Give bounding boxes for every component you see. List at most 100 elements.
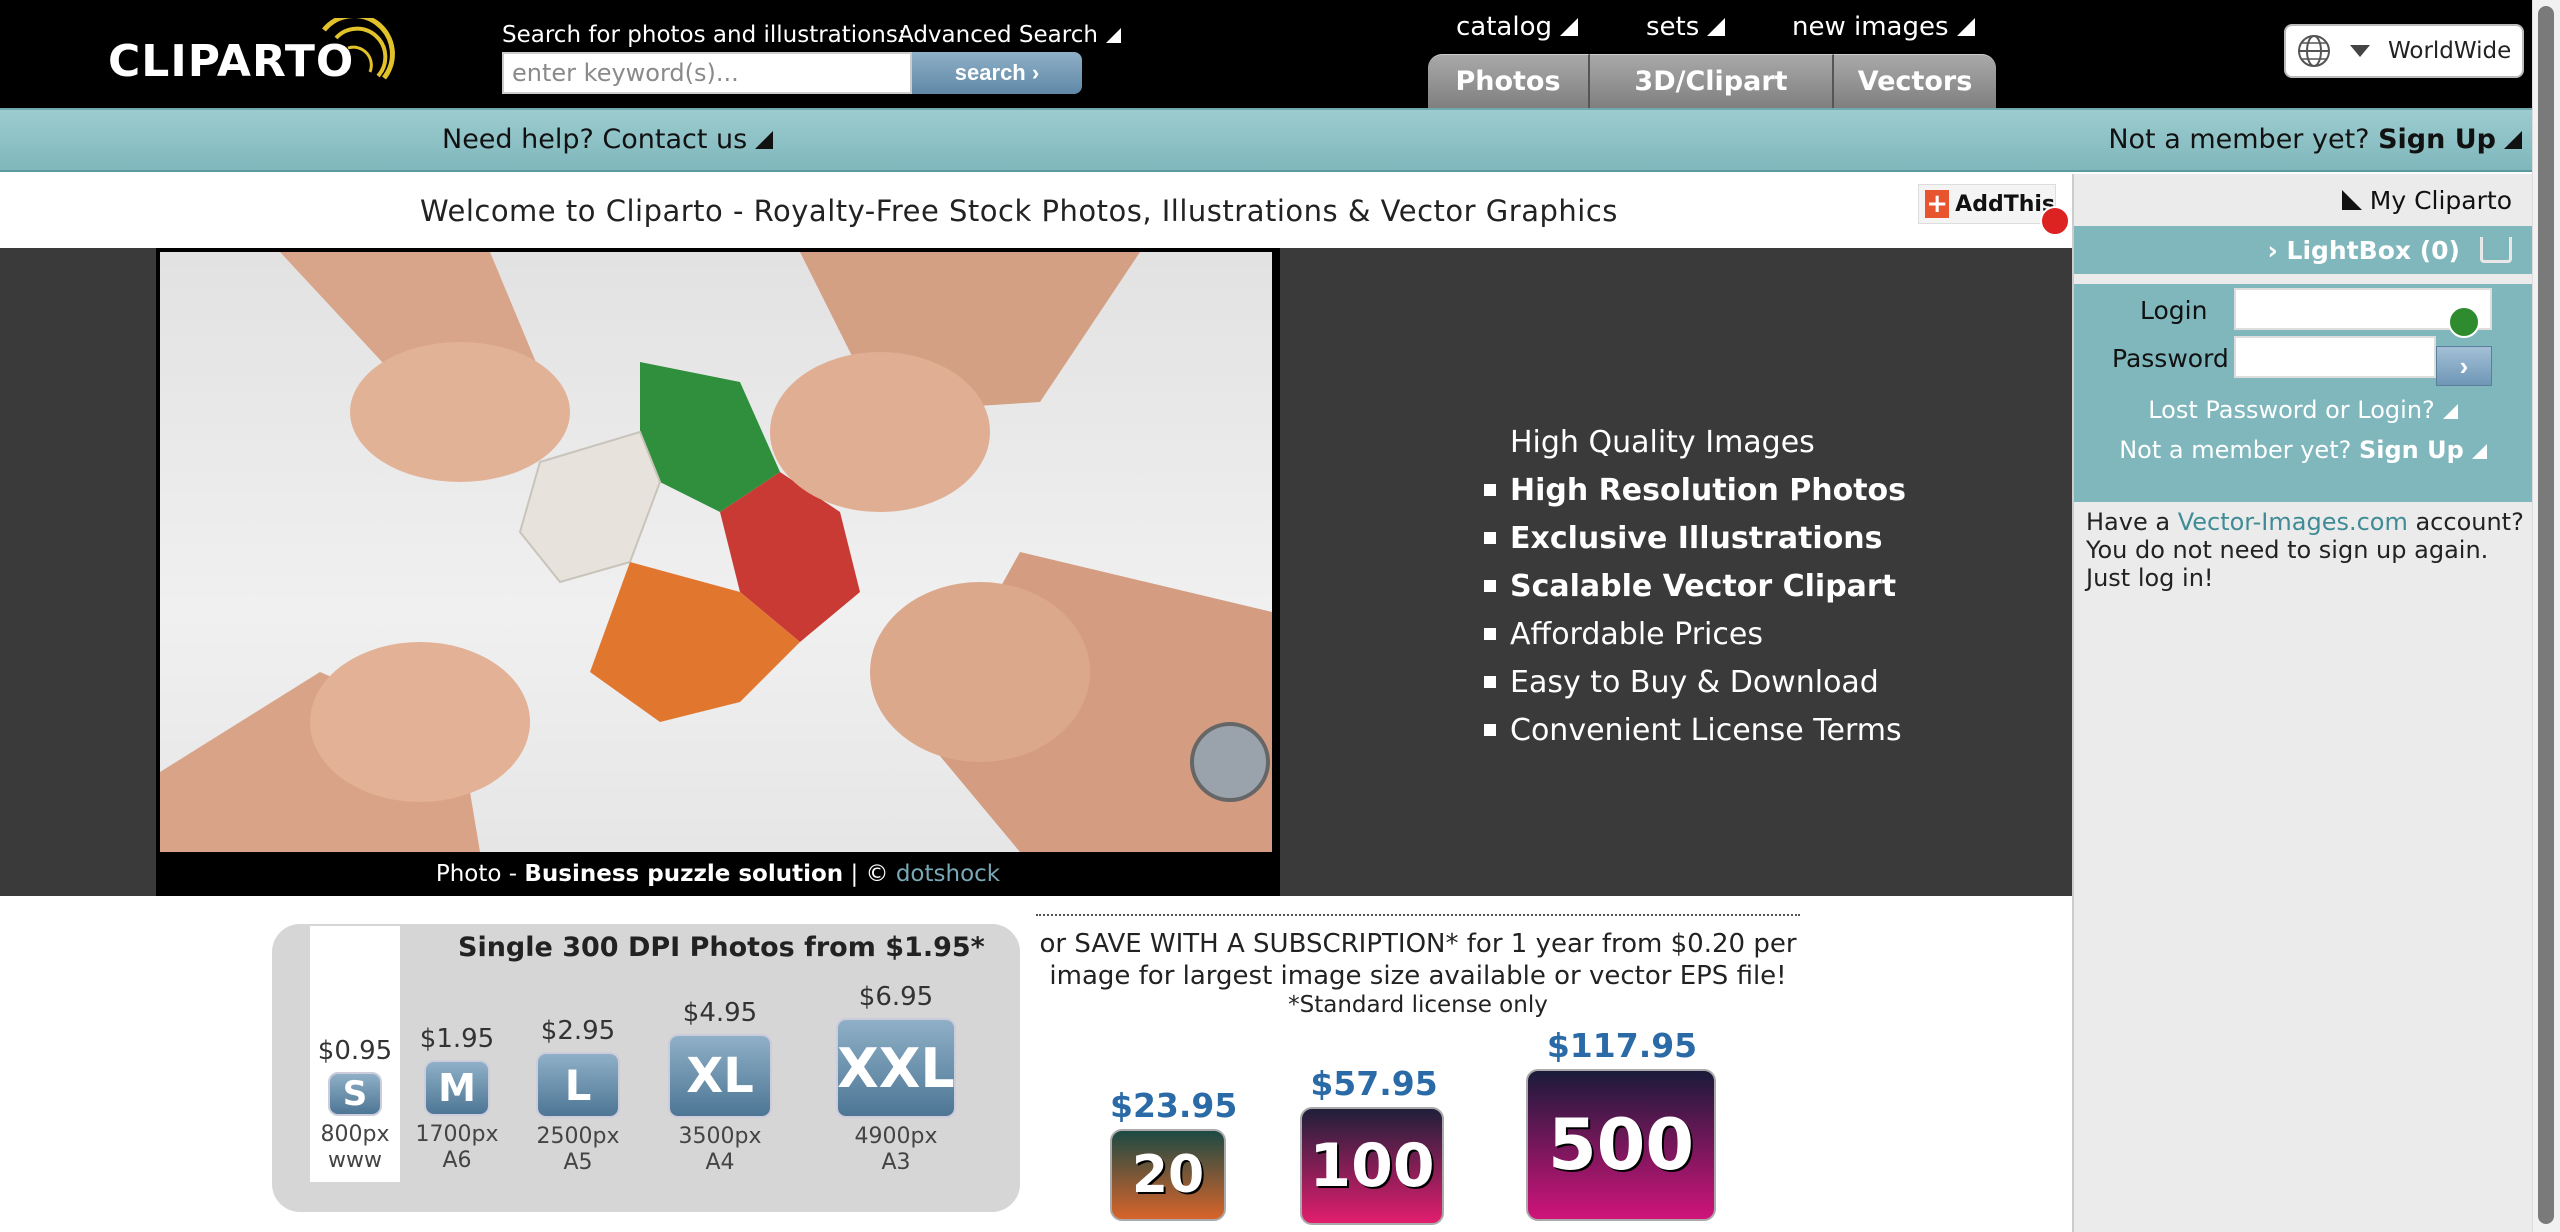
have-prefix: Have a — [2086, 508, 2178, 536]
plan-price: $57.95 — [1310, 1064, 1438, 1103]
size-badge: L — [536, 1052, 620, 1118]
single-photo-pricing: Single 300 DPI Photos from $1.95* $0.95 … — [272, 924, 1020, 1212]
sidebar-signup-link[interactable]: Not a member yet? Sign Up — [2074, 436, 2532, 464]
sidebar-signup-label: Sign Up — [2358, 436, 2464, 464]
puzzle-hands-image — [160, 252, 1272, 852]
feature-label: Exclusive Illustrations — [1510, 520, 1883, 556]
region-selector[interactable]: WorldWide — [2284, 24, 2524, 78]
plan-badge: 100 — [1300, 1107, 1444, 1225]
size-px: 2500px — [536, 1124, 620, 1149]
feature-label: Scalable Vector Clipart — [1510, 568, 1897, 604]
signup-link[interactable]: Not a member yet? Sign Up — [2108, 124, 2522, 155]
triangle-icon — [2442, 404, 2458, 419]
search-label: Search for photos and illustrations: — [502, 22, 906, 48]
size-px: 4900px — [854, 1124, 938, 1149]
size-paper: A5 — [563, 1150, 593, 1175]
size-px: 800px — [320, 1122, 390, 1147]
pricing-heading: Single 300 DPI Photos from $1.95* — [458, 932, 985, 963]
advanced-search-link[interactable]: Advanced Search — [898, 22, 1121, 48]
size-option-xl[interactable]: $4.95 XL 3500px A4 — [660, 998, 780, 1176]
features-intro: High Quality Images — [1510, 424, 1815, 460]
caption-author-link[interactable]: dotshock — [896, 861, 1000, 887]
scrollbar-thumb[interactable] — [2538, 6, 2554, 1224]
region-label: WorldWide — [2388, 38, 2512, 64]
size-option-xxl[interactable]: $6.95 XXL 4900px A3 — [832, 982, 960, 1176]
contact-link[interactable]: Need help? Contact us — [442, 124, 774, 155]
triangle-icon — [1707, 18, 1726, 36]
caption-prefix: Photo - — [435, 861, 525, 887]
feature-label: Affordable Prices — [1510, 616, 1763, 652]
feature-item: High Resolution Photos — [1484, 466, 1907, 514]
triangle-icon — [1956, 18, 1975, 36]
welcome-title: Welcome to Cliparto - Royalty-Free Stock… — [420, 194, 1618, 228]
subscription-plan-100[interactable]: $57.95 100 — [1300, 1064, 1448, 1225]
login-label: Login — [2140, 296, 2208, 325]
plan-price: $23.95 — [1110, 1086, 1238, 1125]
password-input[interactable] — [2234, 336, 2436, 378]
bullet-icon — [1484, 580, 1496, 592]
addthis-button[interactable]: + AddThis — [1918, 184, 2056, 224]
nav-catalog[interactable]: catalog — [1456, 12, 1578, 42]
nav-sets-label: sets — [1646, 12, 1700, 42]
caption-sep: | © — [843, 861, 896, 887]
plus-icon: + — [1925, 189, 1950, 219]
caption-title[interactable]: Business puzzle solution — [524, 861, 843, 887]
my-cliparto-label: My Cliparto — [2369, 186, 2512, 215]
sub-header: Need help? Contact us Not a member yet? … — [0, 108, 2532, 172]
signup-label: Sign Up — [2378, 124, 2496, 155]
tab-photos[interactable]: Photos — [1428, 54, 1590, 108]
password-label: Password — [2112, 344, 2229, 373]
nav-sets[interactable]: sets — [1646, 12, 1726, 42]
tab-vectors[interactable]: Vectors — [1834, 54, 1996, 108]
nav-new-images-label: new images — [1792, 12, 1949, 42]
size-badge: XXL — [836, 1018, 956, 1118]
triangle-icon — [2504, 131, 2522, 149]
lightbox-link[interactable]: › LightBox (0) — [2074, 226, 2532, 274]
contact-label: Need help? Contact us — [442, 124, 748, 155]
size-badge: M — [424, 1060, 490, 1116]
plan-price: $117.95 — [1546, 1026, 1698, 1065]
search-input[interactable] — [502, 52, 912, 94]
feature-label: Convenient License Terms — [1510, 712, 1902, 748]
search-button[interactable]: search › — [912, 52, 1082, 94]
triangle-icon — [755, 131, 774, 149]
size-option-s[interactable]: $0.95 S 800px www — [310, 1036, 400, 1174]
size-option-l[interactable]: $2.95 L 2500px A5 — [528, 1016, 628, 1176]
lost-password-label: Lost Password or Login? — [2148, 396, 2435, 424]
size-paper: A3 — [881, 1150, 911, 1175]
bullet-icon — [1484, 676, 1496, 688]
vector-images-note: Have a Vector-Images.com account? You do… — [2086, 508, 2526, 592]
login-submit-button[interactable]: › — [2436, 346, 2492, 386]
subscription-plan-20[interactable]: $23.95 20 — [1110, 1086, 1238, 1221]
bullet-icon — [1484, 484, 1496, 496]
member-prefix: Not a member yet? — [2108, 124, 2370, 155]
category-tabs: Photos 3D/Clipart Vectors — [1428, 54, 1996, 108]
vector-images-link[interactable]: Vector-Images.com — [2178, 508, 2408, 536]
size-paper: www — [328, 1148, 382, 1173]
featured-photo[interactable] — [160, 252, 1272, 852]
feature-item: Scalable Vector Clipart — [1484, 562, 1906, 610]
top-header: CLIPARTO Search for photos and illustrat… — [0, 0, 2532, 108]
plan-badge: 500 — [1526, 1069, 1716, 1221]
chevron-down-icon — [2350, 45, 2370, 57]
size-option-m[interactable]: $1.95 M 1700px A6 — [412, 1024, 502, 1174]
advanced-search-label: Advanced Search — [898, 22, 1098, 48]
lightbox-label: › LightBox (0) — [2267, 235, 2460, 265]
addthis-label: AddThis — [1955, 191, 2055, 217]
size-badge: S — [328, 1072, 382, 1116]
size-price: $0.95 — [317, 1036, 393, 1066]
size-price: $6.95 — [858, 982, 934, 1012]
triangle-icon — [2471, 444, 2487, 459]
nav-new-images[interactable]: new images — [1792, 12, 1975, 42]
cliparto-logo[interactable]: CLIPARTO — [108, 18, 395, 104]
size-badge: XL — [668, 1034, 772, 1118]
size-paper: A4 — [705, 1150, 735, 1175]
triangle-icon — [1560, 18, 1578, 36]
subscription-plan-500[interactable]: $117.95 500 — [1526, 1026, 1718, 1221]
size-px: 3500px — [678, 1124, 762, 1149]
my-cliparto-link[interactable]: My Cliparto — [2341, 186, 2512, 215]
feature-item: Affordable Prices — [1484, 610, 1906, 658]
lost-password-link[interactable]: Lost Password or Login? — [2074, 396, 2532, 424]
tab-3d-clipart[interactable]: 3D/Clipart — [1590, 54, 1834, 108]
feature-label: High Resolution Photos — [1510, 472, 1907, 508]
